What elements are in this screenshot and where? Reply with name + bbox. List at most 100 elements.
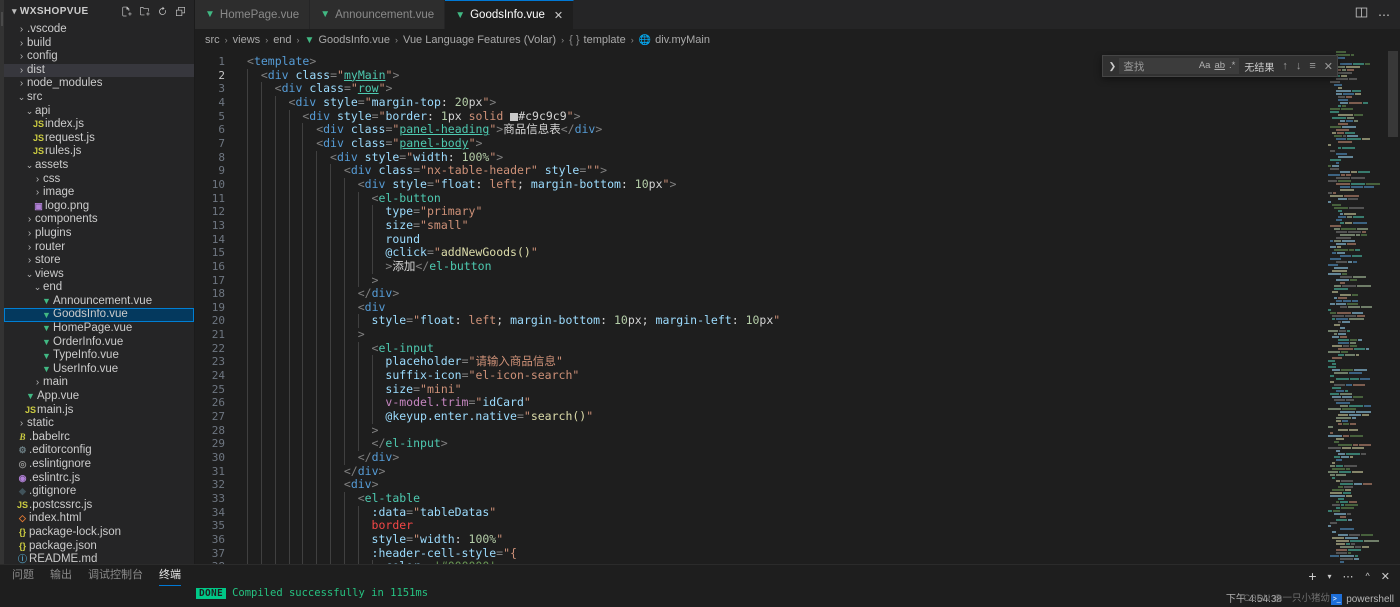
tree-item-components[interactable]: › components [4, 213, 194, 227]
tree-item-css[interactable]: › css [4, 173, 194, 187]
tree-item-main-js[interactable]: JS main.js [4, 404, 194, 418]
chevron-right-icon[interactable]: › [24, 241, 35, 255]
panel-tab-0[interactable]: 问题 [12, 566, 34, 586]
chevron-right-icon[interactable]: › [32, 186, 43, 200]
tree-item-package-json[interactable]: {} package.json [4, 540, 194, 554]
tree-item-gitignore[interactable]: ◆ .gitignore [4, 485, 194, 499]
chevron-down-icon[interactable]: ⌄ [24, 268, 35, 282]
code-line[interactable]: <div class="panel-body"> [237, 136, 1400, 151]
code-line[interactable]: round [237, 232, 1400, 247]
chevron-down-icon[interactable]: ▾ [1328, 572, 1332, 581]
tree-item-eslintrc-js[interactable]: ◉ .eslintrc.js [4, 472, 194, 486]
breadcrumb[interactable]: src › views › end › ▼ GoodsInfo.vue › Vue Languag… [195, 29, 1400, 51]
tree-item-typeinfo-vue[interactable]: ▼ TypeInfo.vue [4, 349, 194, 363]
code-line[interactable]: style="width: 100%" [237, 532, 1400, 547]
panel-tab-2[interactable]: 调试控制台 [88, 566, 143, 586]
editor-tab-homepage-vue[interactable]: ▼ HomePage.vue [195, 0, 311, 29]
more-actions-icon[interactable]: ⋯ [1343, 570, 1355, 583]
breadcrumb-item[interactable]: Vue Language Features (Volar) [403, 34, 556, 46]
panel-tab-1[interactable]: 输出 [50, 566, 72, 586]
code-line[interactable]: <div> [237, 478, 1400, 492]
add-terminal-icon[interactable]: + [1308, 568, 1316, 584]
close-panel-icon[interactable]: ✕ [1381, 570, 1390, 583]
tree-item-config[interactable]: › config [4, 50, 194, 64]
scrollbar-thumb[interactable] [1388, 51, 1398, 137]
terminal-output[interactable]: DONE Compiled successfully in 1151ms 下午 … [0, 587, 1400, 607]
chevron-right-icon[interactable]: › [32, 173, 43, 187]
find-widget[interactable]: ❯ 查找 Aa ab .* 无结果 ↑ ↓ ≡ ✕ [1102, 55, 1338, 77]
match-case-icon[interactable]: Aa [1199, 61, 1211, 71]
tree-item-main[interactable]: › main [4, 376, 194, 390]
chevron-right-icon[interactable]: › [16, 37, 27, 51]
code-editor[interactable]: 1 2 3 4 5 6 7 8 9 10 11 12 13 14 15 16 17 18 19 20 21 22 23 24 2… [195, 51, 1400, 564]
breadcrumb-item[interactable]: src [205, 34, 220, 46]
code-line[interactable]: <div [237, 300, 1400, 315]
tree-item-node-modules[interactable]: › node_modules [4, 77, 194, 91]
breadcrumb-item[interactable]: template [584, 34, 626, 46]
code-line[interactable]: :data="tableDatas" [237, 505, 1400, 520]
tree-item-request-js[interactable]: JS request.js [4, 132, 194, 146]
collapse-all-icon[interactable] [175, 6, 186, 17]
new-folder-icon[interactable] [139, 6, 150, 17]
find-input[interactable]: 查找 Aa ab .* [1119, 58, 1240, 74]
terminal-shell-indicator[interactable]: >_ powershell [1331, 594, 1394, 605]
code-line[interactable]: <div style="width: 100%"> [237, 150, 1400, 165]
code-line[interactable]: @keyup.enter.native="search()" [237, 409, 1400, 424]
tree-item-index-js[interactable]: JS index.js [4, 118, 194, 132]
tree-item-editorconfig[interactable]: ⚙ .editorconfig [4, 444, 194, 458]
tree-item-image[interactable]: › image [4, 186, 194, 200]
code-line[interactable]: size="small" [237, 218, 1400, 233]
code-content[interactable]: <template> <div class="myMain"> <div class… [237, 51, 1400, 564]
code-line[interactable]: :header-cell-style="{ [237, 546, 1400, 561]
code-line[interactable]: </div> [237, 464, 1400, 479]
tree-item-goodsinfo-vue[interactable]: ▼ GoodsInfo.vue [4, 308, 194, 323]
panel-tab-3[interactable]: 终端 [159, 566, 181, 586]
code-line[interactable]: <el-table [237, 491, 1400, 506]
chevron-right-icon[interactable]: › [32, 376, 43, 390]
breadcrumb-item[interactable]: div.myMain [655, 34, 710, 46]
code-line[interactable]: type="primary" [237, 204, 1400, 219]
find-previous-icon[interactable]: ↑ [1282, 60, 1288, 72]
code-line[interactable]: <el-input [237, 341, 1400, 356]
tree-item-app-vue[interactable]: ▼ App.vue [4, 390, 194, 404]
tree-item-dist[interactable]: › dist [4, 63, 194, 78]
editor-tab-goodsinfo-vue[interactable]: ▼ GoodsInfo.vue ✕ [445, 0, 575, 29]
tree-item-package-lock-json[interactable]: {} package-lock.json [4, 526, 194, 540]
tree-item-announcement-vue[interactable]: ▼ Announcement.vue [4, 295, 194, 309]
tree-item-rules-js[interactable]: JS rules.js [4, 145, 194, 159]
more-actions-icon[interactable]: ⋯ [1378, 8, 1391, 22]
chevron-down-icon[interactable]: ⌄ [24, 159, 35, 173]
tree-item-babelrc[interactable]: B .babelrc [4, 431, 194, 445]
code-line[interactable]: border [237, 518, 1400, 533]
chevron-right-icon[interactable]: › [16, 64, 27, 78]
code-line[interactable]: <div style="margin-top: 20px"> [237, 95, 1400, 110]
whole-word-icon[interactable]: ab [1214, 61, 1225, 71]
new-file-icon[interactable] [121, 6, 132, 17]
code-line[interactable]: > [237, 423, 1400, 438]
code-line[interactable]: <el-button [237, 191, 1400, 206]
code-line[interactable]: <div style="border: 1px solid #c9c9c9"> [237, 109, 1400, 124]
code-line[interactable]: </el-input> [237, 437, 1400, 452]
chevron-down-icon[interactable]: ▾ [12, 6, 17, 17]
chevron-right-icon[interactable]: › [16, 23, 27, 37]
chevron-right-icon[interactable]: › [16, 417, 27, 431]
chevron-right-icon[interactable]: › [16, 77, 27, 91]
breadcrumb-item[interactable]: GoodsInfo.vue [318, 34, 390, 46]
maximize-panel-icon[interactable]: ^ [1366, 571, 1370, 581]
tree-item-postcssrc-js[interactable]: JS .postcssrc.js [4, 499, 194, 513]
code-line[interactable]: <div class="panel-heading">商品信息表</div> [237, 122, 1400, 137]
code-line[interactable]: > [237, 327, 1400, 342]
chevron-down-icon[interactable]: ⌄ [16, 91, 27, 105]
chevron-right-icon[interactable]: › [24, 213, 35, 227]
tree-item-build[interactable]: › build [4, 37, 194, 51]
code-line[interactable]: color: '#000000' [237, 559, 1400, 564]
code-line[interactable]: <div class="row"> [237, 81, 1400, 96]
tree-item-api[interactable]: ⌄ api [4, 105, 194, 119]
find-in-selection-icon[interactable]: ≡ [1309, 60, 1315, 72]
tree-item-index-html[interactable]: ◇ index.html [4, 512, 194, 526]
tree-item-store[interactable]: › store [4, 254, 194, 268]
code-line[interactable]: v-model.trim="idCard" [237, 396, 1400, 411]
file-tree[interactable]: › .vscode › build › config › dist › node_modules ⌄… [4, 22, 194, 564]
tree-item-router[interactable]: › router [4, 241, 194, 255]
chevron-down-icon[interactable]: ⌄ [24, 105, 35, 119]
